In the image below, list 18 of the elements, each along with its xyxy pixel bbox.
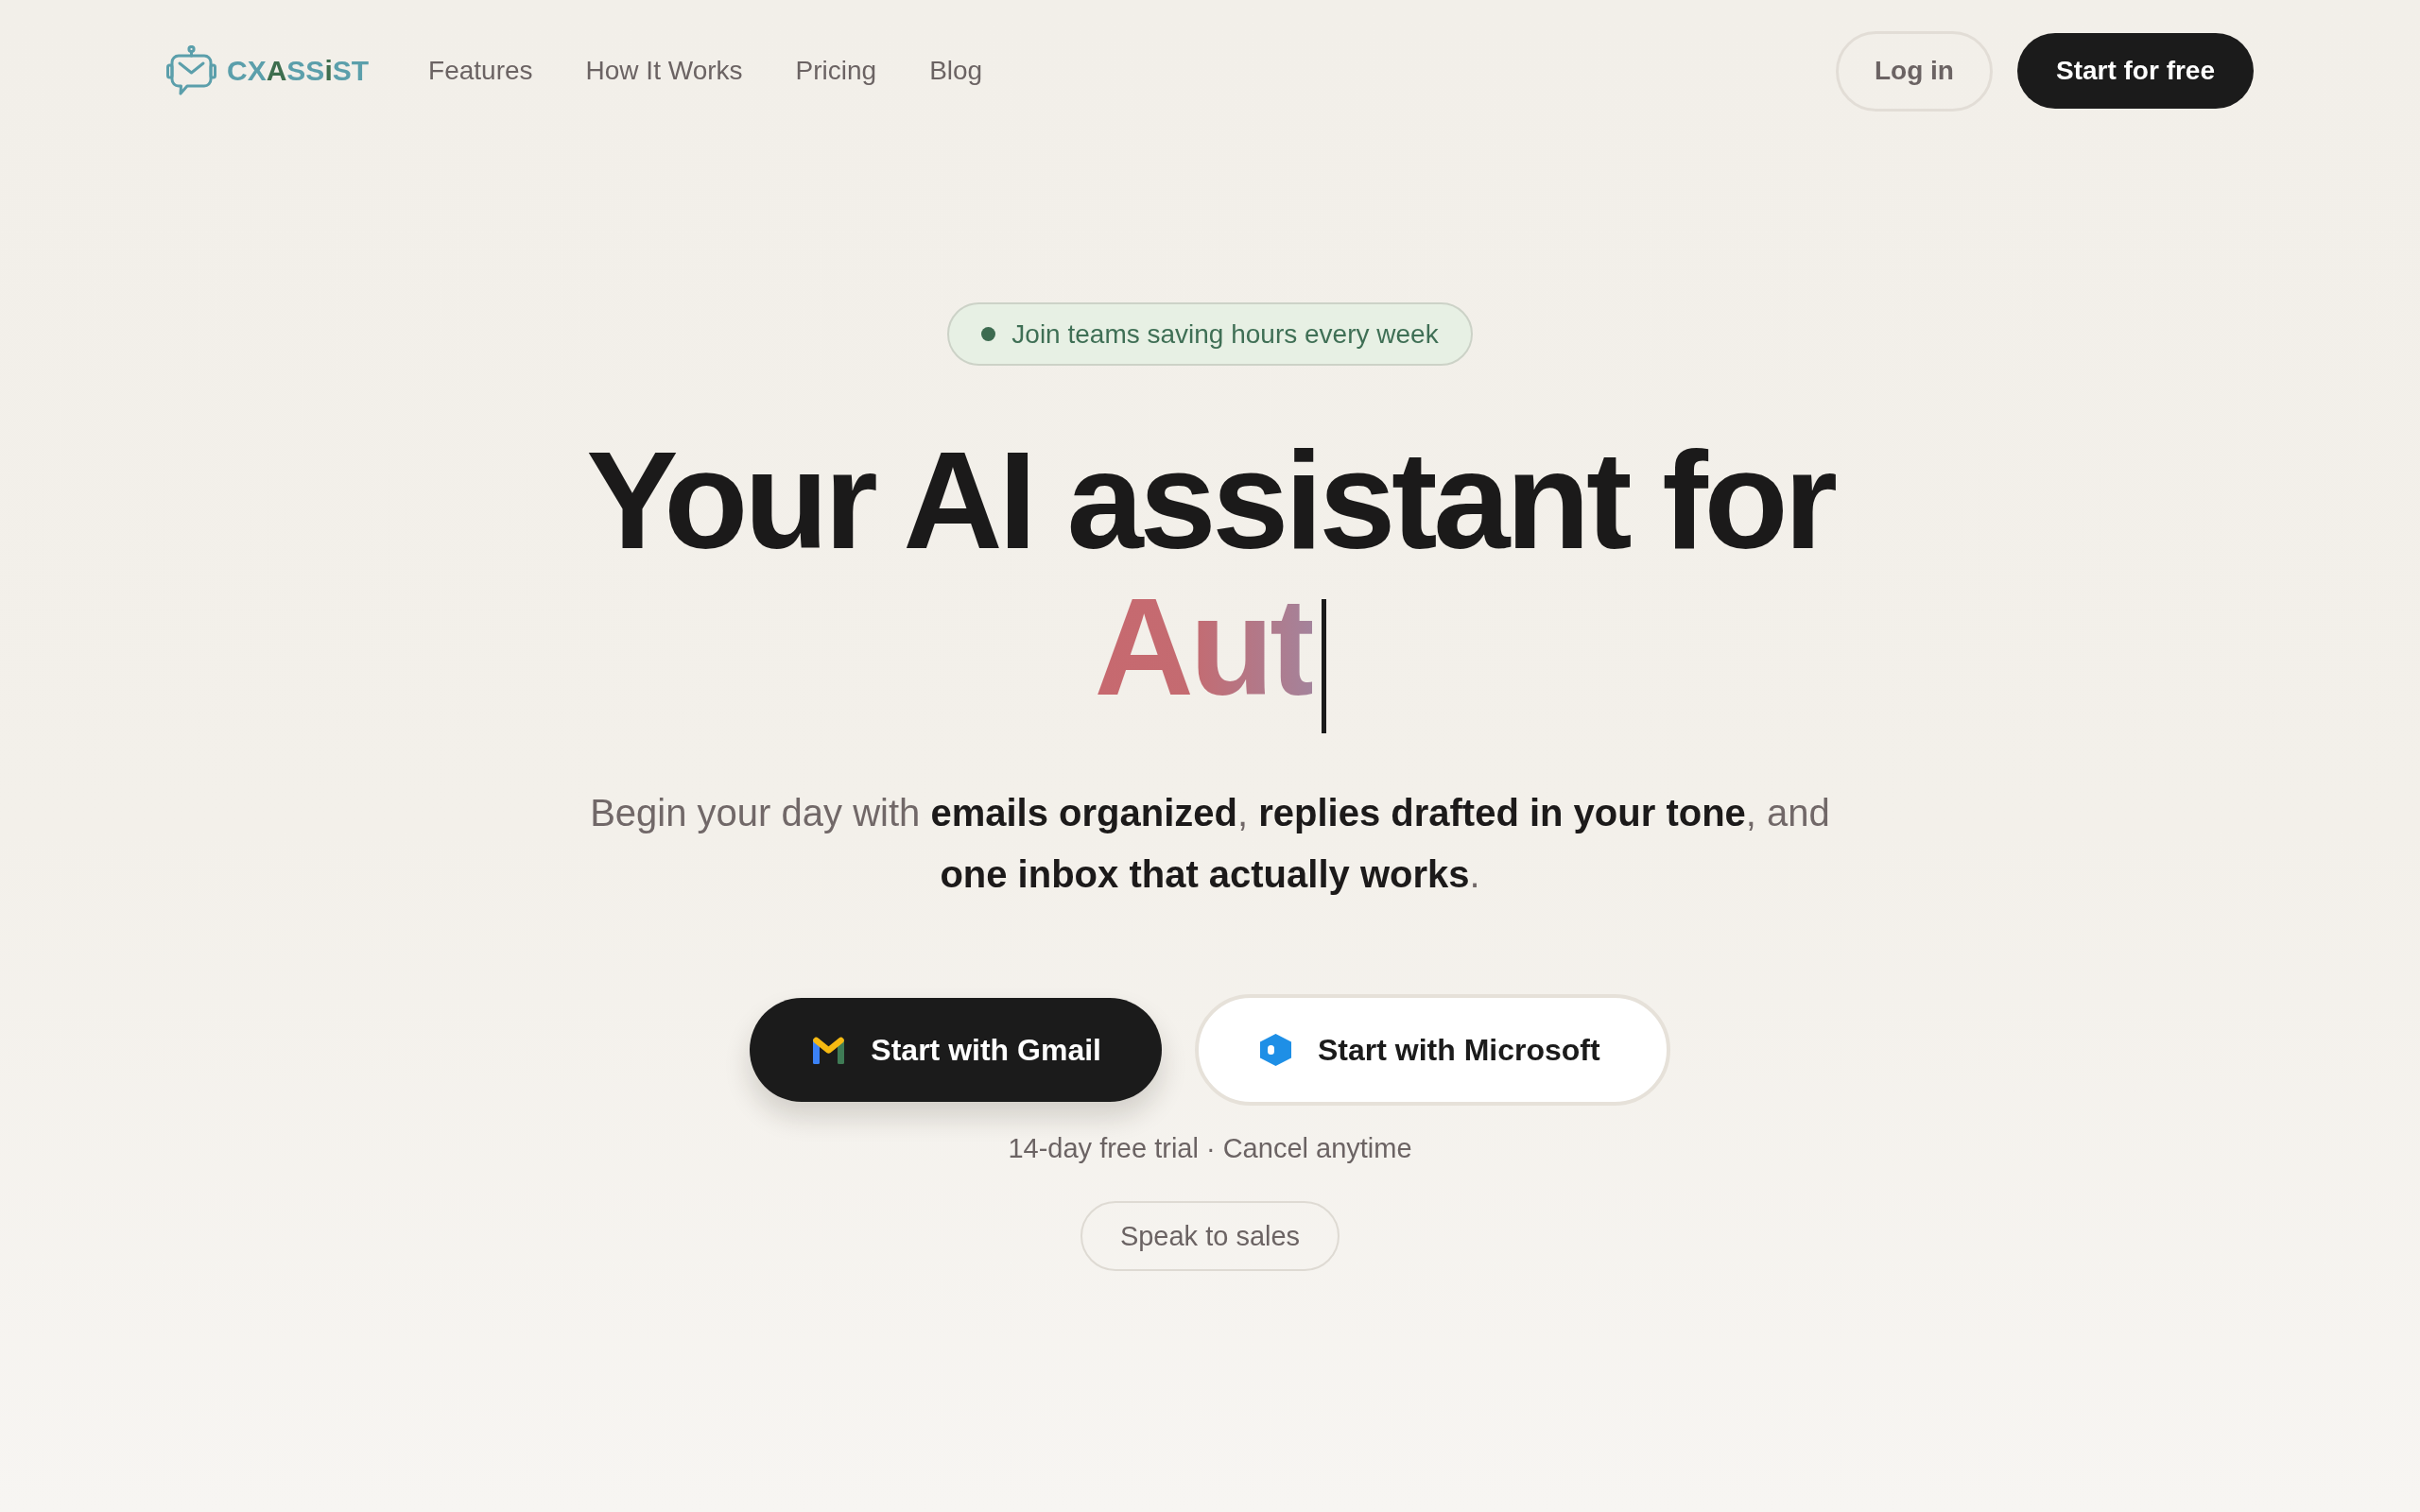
gmail-signup-button[interactable]: Start with Gmail bbox=[750, 998, 1162, 1102]
trial-note: 14-day free trial · Cancel anytime bbox=[1008, 1132, 1412, 1165]
hexagon-icon bbox=[1259, 1034, 1291, 1066]
announcement-text: Join teams saving hours every week bbox=[1011, 318, 1439, 350]
logo-wordmark[interactable]: CXASSiST bbox=[227, 55, 370, 87]
hero-subtitle: Begin your day with emails organized, replies drafted in your tone, and one inbox that actually works. bbox=[589, 791, 1831, 897]
text-cursor-icon bbox=[1321, 599, 1326, 733]
login-button[interactable]: Log in bbox=[1835, 30, 1993, 112]
robot-envelope-logo-icon[interactable] bbox=[166, 45, 216, 96]
nav-link[interactable]: Blog bbox=[929, 56, 983, 86]
nav-link[interactable]: How It Works bbox=[585, 56, 743, 86]
microsoft-signup-button[interactable]: Start with Microsoft bbox=[1194, 994, 1670, 1106]
nav-link[interactable]: Features bbox=[428, 56, 533, 86]
nav-link[interactable]: Pricing bbox=[795, 56, 877, 86]
m-logo-icon bbox=[813, 1036, 845, 1064]
sales-button[interactable]: Speak to sales bbox=[1080, 1201, 1340, 1271]
status-dot-icon bbox=[981, 327, 996, 341]
start-free-button[interactable]: Start for free bbox=[2016, 33, 2254, 109]
